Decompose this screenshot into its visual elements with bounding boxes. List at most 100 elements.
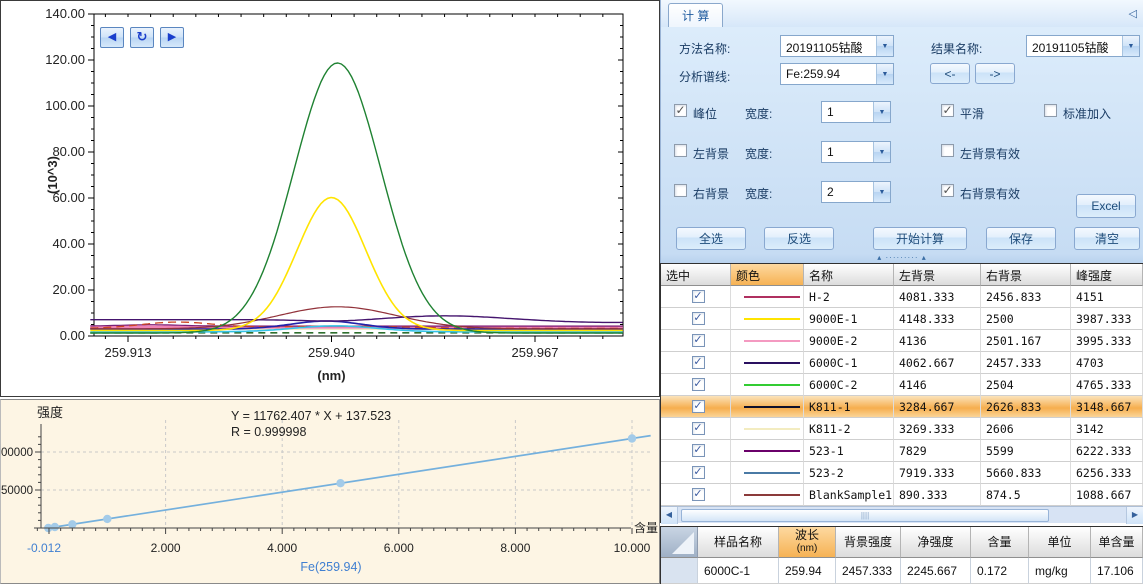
row-checkbox-cell <box>661 440 731 462</box>
row-checkbox[interactable] <box>692 378 705 391</box>
peak-width-combobox[interactable]: 1 ▼ <box>821 101 891 123</box>
color-swatch-cell <box>731 308 804 330</box>
scroll-left-icon[interactable]: ◀ <box>661 507 678 524</box>
calibration-equation: Y = 11762.407 * X + 137.523 <box>231 409 391 423</box>
col-unit[interactable]: 单位 <box>1029 527 1091 558</box>
clear-button[interactable]: 清空 <box>1074 227 1140 250</box>
row-checkbox[interactable] <box>692 422 705 435</box>
cell-value: 2606 <box>986 422 1014 436</box>
col-bg-intensity[interactable]: 背景强度 <box>836 527 901 558</box>
peak-checkbox[interactable] <box>674 104 687 117</box>
y-tick-label: 50000 <box>1 485 33 497</box>
row-checkbox-cell <box>661 308 731 330</box>
select-all-corner-cell[interactable] <box>661 527 698 558</box>
table-row[interactable]: 6000C-14062.6672457.3334703 <box>661 352 1143 374</box>
results-table-header: 选中颜色名称左背景右背景峰强度 <box>661 264 1143 286</box>
row-checkbox[interactable] <box>692 356 705 369</box>
scroll-right-icon[interactable]: ▶ <box>1126 507 1143 524</box>
cell-name: K811-2 <box>804 418 894 440</box>
table-row[interactable]: BlankSample1890.333874.51088.667 <box>661 484 1143 506</box>
row-checkbox[interactable] <box>692 444 705 457</box>
table-row[interactable]: K811-13284.6672626.8333148.667 <box>661 396 1143 418</box>
col-sample-name[interactable]: 样品名称 <box>698 527 779 558</box>
chevron-down-icon[interactable]: ▼ <box>873 142 890 162</box>
cell-left-bg: 4148.333 <box>894 308 981 330</box>
table-row[interactable]: 523-1782955996222.333 <box>661 440 1143 462</box>
chevron-down-icon[interactable]: ▼ <box>876 36 893 56</box>
standard-addition-checkbox[interactable] <box>1044 104 1057 117</box>
col-single-content[interactable]: 单含量 <box>1091 527 1143 558</box>
table-row[interactable]: 523-27919.3335660.8336256.333 <box>661 462 1143 484</box>
table-row[interactable]: K811-23269.33326063142 <box>661 418 1143 440</box>
cell-value: K811-1 <box>809 400 851 414</box>
col-peak[interactable]: 峰强度 <box>1071 264 1143 286</box>
table-row[interactable]: H-24081.3332456.8334151 <box>661 286 1143 308</box>
horizontal-scrollbar[interactable]: ◀▶ <box>661 506 1143 523</box>
chevron-down-icon[interactable]: ▼ <box>1122 36 1139 56</box>
cell-peak: 4765.333 <box>1071 374 1143 396</box>
refresh-icon[interactable]: ↻ <box>130 27 154 48</box>
cell-value: 7829 <box>899 444 927 458</box>
scrollbar-thumb[interactable] <box>681 509 1049 522</box>
color-swatch-cell <box>731 396 804 418</box>
chevron-down-icon[interactable]: ▼ <box>876 64 893 84</box>
col-selected[interactable]: 选中 <box>661 264 731 286</box>
start-calculation-button[interactable]: 开始计算 <box>873 227 967 250</box>
left-bg-width-combobox[interactable]: 1 ▼ <box>821 141 891 163</box>
row-checkbox[interactable] <box>692 290 705 303</box>
result-name-combobox[interactable]: 20191105钴酸 ▼ <box>1026 35 1140 57</box>
row-checkbox[interactable] <box>692 312 705 325</box>
analysis-line-combobox[interactable]: Fe:259.94 ▼ <box>780 63 894 85</box>
row-checkbox[interactable] <box>692 400 705 413</box>
cell-left-bg: 4081.333 <box>894 286 981 308</box>
table-row[interactable]: 9000E-14148.33325003987.333 <box>661 308 1143 330</box>
invert-selection-button[interactable]: 反选 <box>764 227 834 250</box>
row-checkbox[interactable] <box>692 334 705 347</box>
row-header-cell[interactable] <box>661 558 698 584</box>
method-name-label: 方法名称: <box>679 40 730 57</box>
column-sublabel: (nm) <box>797 542 818 555</box>
col-net-intensity[interactable]: 净强度 <box>901 527 971 558</box>
left-bg-valid-checkbox[interactable] <box>941 144 954 157</box>
previous-line-button[interactable]: <- <box>930 63 970 84</box>
cell-value: 4703 <box>1076 356 1104 370</box>
next-line-button[interactable]: -> <box>975 63 1015 84</box>
sample-row[interactable]: 6000C-1259.942457.3332245.6670.172mg/kg1… <box>661 558 1143 584</box>
sample-table-header: 样品名称波长(nm)背景强度净强度含量单位单含量 <box>661 527 1143 558</box>
table-row[interactable]: 6000C-2414625044765.333 <box>661 374 1143 396</box>
calibration-point <box>68 520 76 528</box>
prev-spectrum-button[interactable]: ◀ <box>100 27 124 48</box>
tab-calculate[interactable]: 计 算 <box>668 3 723 28</box>
right-background-checkbox[interactable] <box>674 184 687 197</box>
x-tick-label: 2.000 <box>151 541 181 555</box>
next-spectrum-button[interactable]: ▶ <box>160 27 184 48</box>
excel-export-button[interactable]: Excel <box>1076 194 1136 218</box>
collapse-panel-icon[interactable]: ◁ <box>1129 7 1137 20</box>
chevron-down-icon[interactable]: ▼ <box>873 182 890 202</box>
col-name[interactable]: 名称 <box>804 264 894 286</box>
method-name-combobox[interactable]: 20191105钴酸 ▼ <box>780 35 894 57</box>
x-tick-label: 10.000 <box>614 541 651 555</box>
cell-value: 5599 <box>986 444 1014 458</box>
save-button[interactable]: 保存 <box>986 227 1056 250</box>
col-content[interactable]: 含量 <box>971 527 1029 558</box>
peak-label: 峰位 <box>693 105 717 122</box>
table-row[interactable]: 9000E-241362501.1673995.333 <box>661 330 1143 352</box>
col-color[interactable]: 颜色 <box>731 264 804 286</box>
splitter-handle[interactable]: ▴ ········· ▴ <box>660 254 1143 263</box>
left-background-checkbox[interactable] <box>674 144 687 157</box>
col-left-bg[interactable]: 左背景 <box>894 264 981 286</box>
right-bg-width-combobox[interactable]: 2 ▼ <box>821 181 891 203</box>
row-checkbox[interactable] <box>692 488 705 501</box>
col-right-bg[interactable]: 右背景 <box>981 264 1071 286</box>
chevron-down-icon[interactable]: ▼ <box>873 102 890 122</box>
select-all-button[interactable]: 全选 <box>676 227 746 250</box>
cell-name: 6000C-1 <box>804 352 894 374</box>
gridlines <box>41 420 651 528</box>
color-swatch-cell <box>731 440 804 462</box>
row-checkbox[interactable] <box>692 466 705 479</box>
smooth-checkbox[interactable] <box>941 104 954 117</box>
col-wavelength[interactable]: 波长(nm) <box>779 527 836 558</box>
y-tick-label: 20.00 <box>52 282 85 297</box>
right-bg-valid-checkbox[interactable] <box>941 184 954 197</box>
